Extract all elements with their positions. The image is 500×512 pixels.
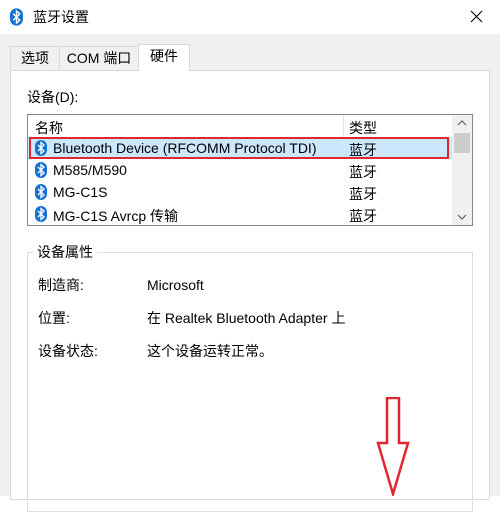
location-value: 在 Realtek Bluetooth Adapter 上 <box>147 310 346 326</box>
tab-strip: 选项 COM 端口 硬件 <box>0 44 500 71</box>
device-type: 蓝牙 <box>349 186 377 202</box>
tab-com-ports[interactable]: COM 端口 <box>59 46 139 69</box>
tab-options[interactable]: 选项 <box>10 46 60 69</box>
device-name: MG-C1S <box>53 184 108 200</box>
device-row[interactable]: Bluetooth Device (RFCOMM Protocol TDI) 蓝… <box>28 137 452 159</box>
column-header-type[interactable]: 类型 <box>349 118 377 138</box>
chevron-up-icon <box>457 120 467 126</box>
device-row[interactable]: M585/M590 蓝牙 <box>28 159 452 181</box>
device-status-value: 这个设备运转正常。 <box>147 343 273 359</box>
bluetooth-icon <box>35 206 47 222</box>
close-icon <box>470 10 483 23</box>
title-bar: 蓝牙设置 <box>0 0 500 34</box>
scroll-thumb[interactable] <box>454 133 470 153</box>
chevron-down-icon <box>457 214 467 220</box>
device-type: 蓝牙 <box>349 142 377 158</box>
device-name: MG-C1S Avrcp 传输 <box>53 208 178 224</box>
scroll-down-button[interactable] <box>452 208 472 225</box>
list-header: 名称 类型 <box>28 115 452 138</box>
device-row[interactable]: MG-C1S Avrcp 传输 蓝牙 <box>28 203 452 225</box>
column-header-name[interactable]: 名称 <box>35 118 63 138</box>
device-properties-title: 设备属性 <box>33 243 97 261</box>
device-name: M585/M590 <box>53 162 127 178</box>
scroll-up-button[interactable] <box>452 115 472 132</box>
device-list[interactable]: 名称 类型 Bluetooth Device (RFCOMM Protocol … <box>27 114 473 226</box>
device-type: 蓝牙 <box>349 164 377 180</box>
devices-label: 设备(D): <box>27 89 79 105</box>
bluetooth-icon <box>35 184 47 200</box>
location-label: 位置: <box>38 310 70 326</box>
vertical-scrollbar[interactable] <box>452 115 472 225</box>
close-button[interactable] <box>454 0 500 34</box>
annotation-arrow-icon <box>376 397 410 496</box>
device-row[interactable]: MG-C1S 蓝牙 <box>28 181 452 203</box>
column-divider[interactable] <box>343 115 344 137</box>
window-title: 蓝牙设置 <box>33 9 89 25</box>
device-name: Bluetooth Device (RFCOMM Protocol TDI) <box>53 140 317 156</box>
tab-hardware[interactable]: 硬件 <box>138 44 190 71</box>
bluetooth-icon <box>10 8 23 26</box>
manufacturer-label: 制造商: <box>38 277 84 293</box>
bluetooth-icon <box>35 162 47 178</box>
device-type: 蓝牙 <box>349 208 377 224</box>
device-status-label: 设备状态: <box>38 343 98 359</box>
manufacturer-value: Microsoft <box>147 277 204 293</box>
bluetooth-icon <box>35 140 47 156</box>
